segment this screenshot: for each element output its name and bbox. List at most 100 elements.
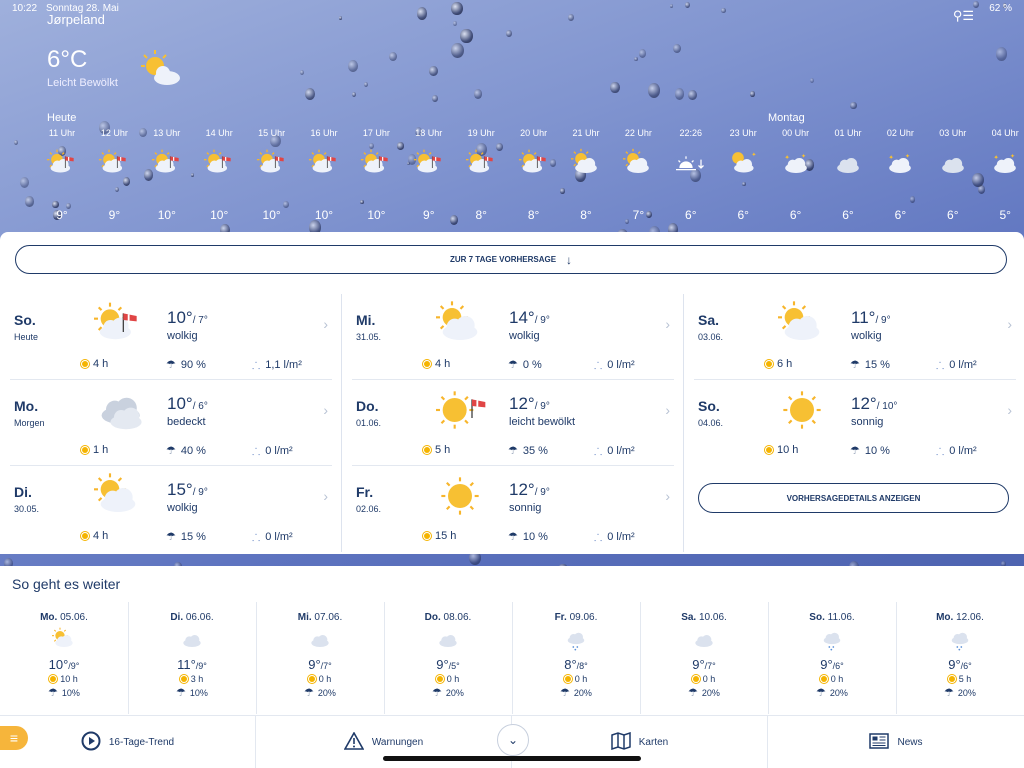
outlook-day[interactable]: Di. 06.06. 11°/9° 3 h ☂ 10% — [128, 602, 256, 714]
hourly-item[interactable]: 22:26 6° — [667, 128, 715, 222]
umbrella-icon: ☂ — [166, 445, 176, 457]
chevron-down-icon[interactable]: ⌄ — [497, 724, 529, 756]
hour-time: 14 Uhr — [205, 128, 233, 138]
umbrella-icon: ☂ — [850, 445, 860, 457]
rain-amount: ⸫ 1,1 l/m² — [252, 358, 302, 372]
cloud-icon — [256, 627, 384, 651]
rain-probability: ☂ 40 % — [166, 444, 206, 458]
outlook-temp-low: /9° — [195, 661, 207, 671]
outlook-day[interactable]: Fr. 09.06. 8°/8° 0 h ☂ 20% — [512, 602, 640, 714]
hour-time: 20 Uhr — [520, 128, 548, 138]
hourly-item[interactable]: 04 Uhr ✦ ✦ 5° — [981, 128, 1024, 222]
tab-16-day-trend[interactable]: 16-Tage-Trend — [0, 716, 255, 768]
seven-day-forecast-button[interactable]: ZUR 7 TAGE VORHERSAGE ↓ — [15, 245, 1007, 274]
sunset-icon — [667, 148, 715, 178]
sun-icon — [82, 447, 88, 453]
daily-forecast-row[interactable]: So. Heute 10°/ 7° wolkig › 4 h ☂ 90 % ⸫ 1,… — [6, 294, 336, 380]
daily-forecast-row[interactable]: Mo. Morgen 10°/ 6° bedeckt › 1 h ☂ 40 % ⸫… — [6, 380, 336, 466]
outlook-date-value: 09.06. — [569, 612, 598, 623]
daily-forecast-row[interactable]: So. 04.06. 12°/ 10° sonnig › 10 h ☂ 10 % … — [690, 380, 1020, 466]
hourly-item[interactable]: 18 Uhr 9° — [405, 128, 453, 222]
hourly-item[interactable]: 16 Uhr 10° — [300, 128, 348, 222]
hour-temp: 6° — [789, 208, 802, 222]
day-condition: leicht bewölkt — [509, 416, 576, 428]
chevron-right-icon[interactable]: › — [1007, 316, 1012, 332]
outlook-day[interactable]: Mi. 07.06. 9°/7° 0 h ☂ 20% — [256, 602, 384, 714]
hour-time: 13 Uhr — [153, 128, 181, 138]
hourly-item[interactable]: 22 Uhr 7° — [614, 128, 662, 222]
rain-prob-value: 0 % — [522, 358, 542, 371]
rain-prob-value: 90 % — [180, 358, 206, 371]
hourly-item[interactable]: 14 Uhr 10° — [195, 128, 243, 222]
hourly-item[interactable]: 21 Uhr 8° — [562, 128, 610, 222]
hour-temp: 10° — [262, 208, 281, 222]
rain-probability: ☂ 10 % — [850, 444, 890, 458]
rain-cloud-icon — [896, 627, 1024, 651]
hourly-item[interactable]: 17 Uhr 10° — [352, 128, 400, 222]
hourly-item[interactable]: 12 Uhr 9° — [90, 128, 138, 222]
outlook-day[interactable]: Mo. 05.06. 10°/9° 10 h ☂ 10% — [0, 602, 128, 714]
outlook-day[interactable]: Mo. 12.06. 9°/6° 5 h ☂ 20% — [896, 602, 1024, 714]
daily-forecast-row[interactable]: Fr. 02.06. 12°/ 9° sonnig › 15 h ☂ 10 % ⸫… — [348, 466, 678, 552]
hour-temp: 10° — [210, 208, 229, 222]
temp-low: / 9° — [534, 401, 550, 412]
rain-prob-value: 15 % — [180, 530, 206, 543]
sunshine-hours: 10 h — [766, 444, 798, 456]
outlook-date: Fr. 09.06. — [512, 612, 640, 623]
hourly-item[interactable]: 15 Uhr 10° — [248, 128, 296, 222]
outlook-day[interactable]: Sa. 10.06. 9°/7° 0 h ☂ 20% — [640, 602, 768, 714]
daily-forecast-row[interactable]: Do. 01.06. 12°/ 9° leicht bewölkt › 5 h … — [348, 380, 678, 466]
tab-label: News — [897, 736, 923, 748]
partly-cloudy-wind-icon — [352, 148, 400, 178]
tab-news[interactable]: News — [768, 716, 1024, 768]
raindrop — [304, 88, 316, 101]
hourly-item[interactable]: 03 Uhr 6° — [929, 128, 977, 222]
hour-time: 12 Uhr — [100, 128, 128, 138]
daily-forecast-row[interactable]: Di. 30.05. 15°/ 9° wolkig › 4 h ☂ 15 % ⸫ 0… — [6, 466, 336, 552]
location-pin-icon[interactable]: ⚲☰ — [953, 8, 974, 24]
chevron-right-icon[interactable]: › — [1007, 402, 1012, 418]
location-name[interactable]: Jørpeland — [47, 12, 105, 27]
hourly-item[interactable]: 19 Uhr 8° — [457, 128, 505, 222]
sun-icon — [424, 533, 430, 539]
hourly-item[interactable]: 11 Uhr 9° — [38, 128, 86, 222]
partly-cloudy-icon — [428, 300, 492, 350]
outlook-day[interactable]: So. 11.06. 9°/6° 0 h ☂ 20% — [768, 602, 896, 714]
outlook-sun-value: 0 h — [574, 674, 588, 684]
hourly-item[interactable]: 00 Uhr ✦ ✦ 6° — [772, 128, 820, 222]
day-temperature: 12°/ 9° — [509, 394, 550, 414]
chevron-right-icon[interactable]: › — [665, 488, 670, 504]
umbrella-icon: ☂ — [432, 687, 442, 699]
hourly-item[interactable]: 23 Uhr ✦ 6° — [719, 128, 767, 222]
forecast-details-button[interactable]: VORHERSAGEDETAILS ANZEIGEN — [698, 483, 1009, 513]
outlook-rain: ☂ 20% — [256, 686, 384, 699]
day-date: 03.06. — [698, 332, 724, 342]
outlook-day[interactable]: Do. 08.06. 9°/5° 0 h ☂ 20% — [384, 602, 512, 714]
hour-temp: 6° — [737, 208, 749, 222]
current-temperature: 6°C — [47, 46, 88, 73]
rain-amount: ⸫ 0 l/m² — [936, 358, 977, 372]
outlook-sun-value: 0 h — [446, 674, 460, 684]
chevron-right-icon[interactable]: › — [323, 316, 328, 332]
sun-icon — [766, 361, 772, 367]
umbrella-icon: ☂ — [944, 687, 954, 699]
temp-high: 10° — [167, 308, 193, 327]
hourly-item[interactable]: 02 Uhr ✦ ✦ 6° — [876, 128, 924, 222]
hourly-item[interactable]: 13 Uhr 10° — [143, 128, 191, 222]
raindrop — [452, 21, 457, 26]
outlook-dow: Mo. — [40, 612, 58, 623]
day-temperature: 12°/ 10° — [851, 394, 897, 414]
sun-icon — [820, 676, 827, 682]
chevron-right-icon[interactable]: › — [323, 402, 328, 418]
outlook-temp: 9°/6° — [896, 657, 1024, 672]
chevron-right-icon[interactable]: › — [665, 402, 670, 418]
rain-probability: ☂ 10 % — [508, 530, 548, 544]
chevron-right-icon[interactable]: › — [323, 488, 328, 504]
daily-forecast-row[interactable]: Sa. 03.06. 11°/ 9° wolkig › 6 h ☂ 15 % ⸫ 0… — [690, 294, 1020, 380]
hourly-item[interactable]: 20 Uhr 8° — [510, 128, 558, 222]
daily-forecast-row[interactable]: Mi. 31.05. 14°/ 9° wolkig › 4 h ☂ 0 % ⸫ 0 … — [348, 294, 678, 380]
chevron-right-icon[interactable]: › — [665, 316, 670, 332]
hourly-item[interactable]: 01 Uhr 6° — [824, 128, 872, 222]
raindrop — [674, 87, 685, 100]
menu-icon[interactable]: ≡ — [0, 726, 28, 750]
